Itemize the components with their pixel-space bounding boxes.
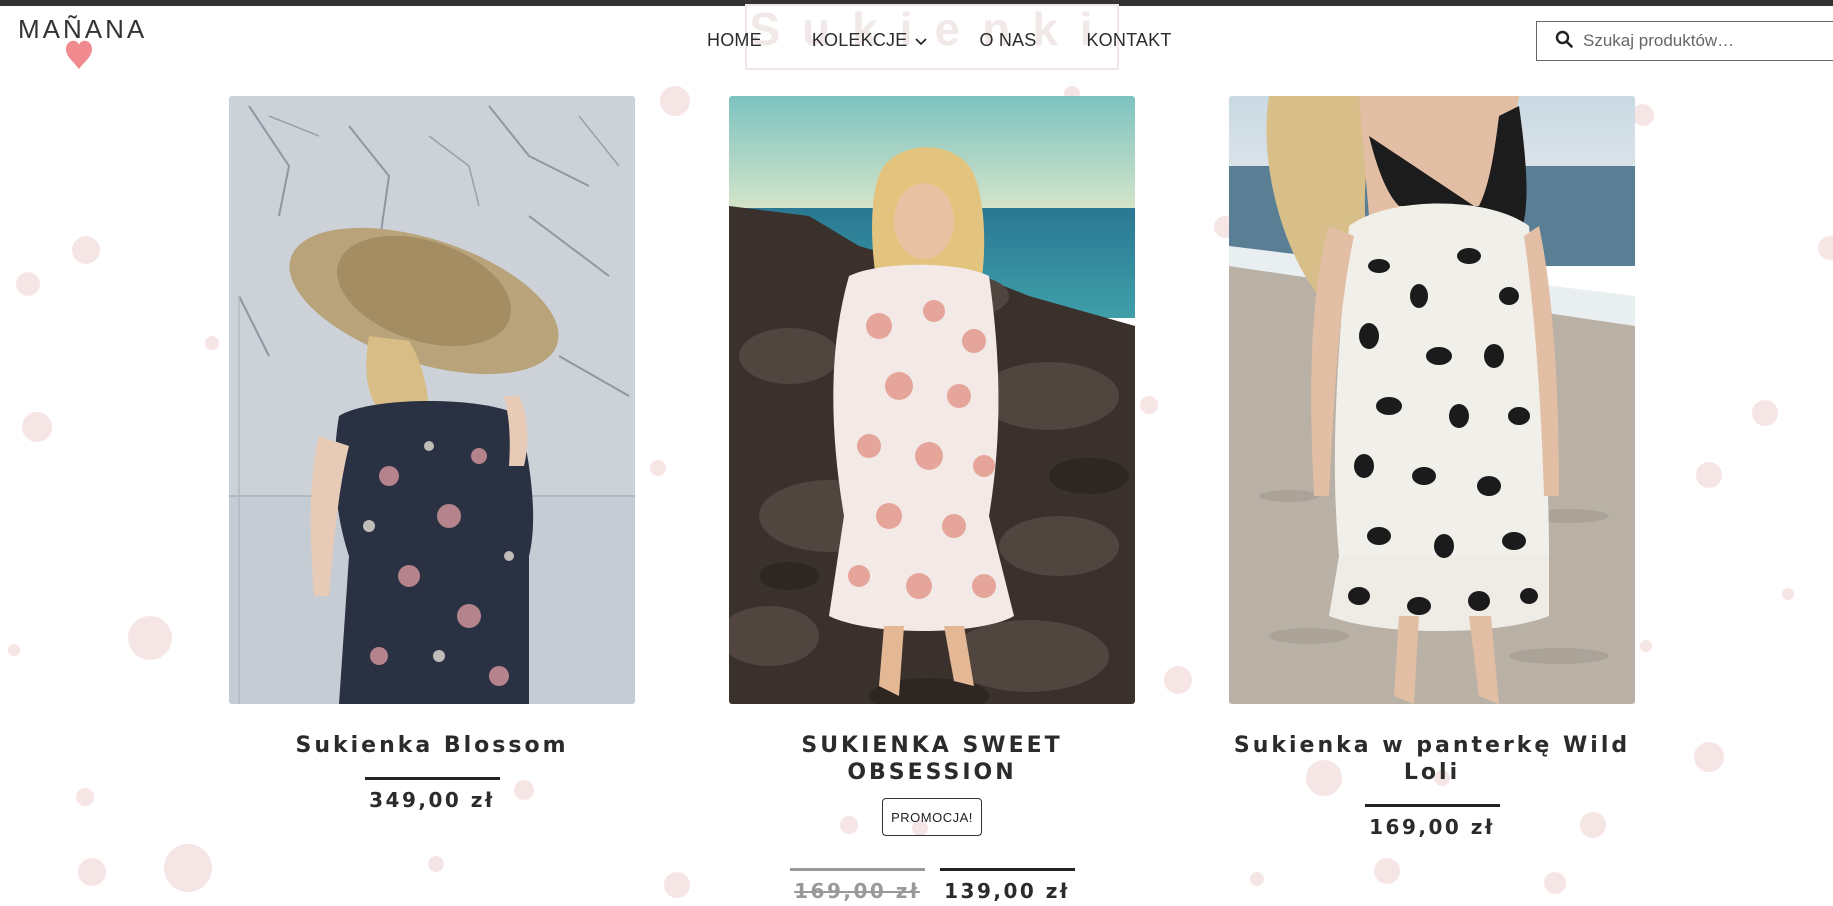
nav-kontakt[interactable]: KONTAKT [1086,30,1171,51]
old-price: 169,00 zł [794,879,920,903]
product-image[interactable] [229,96,635,704]
price-divider [1364,804,1500,807]
product-price: 169,00 zł [1369,815,1495,839]
product-title[interactable]: Sukienka Blossom [229,732,635,759]
main-navigation: HOME KOLEKCJE O NAS KONTAKT [700,30,1172,51]
product-price: 349,00 zł [369,788,495,812]
product-search [1536,21,1833,61]
old-price-block: 169,00 zł [789,868,925,903]
product-title[interactable]: SUKIENKA SWEET OBSESSION [729,732,1135,786]
nav-kolekcje[interactable]: KOLEKCJE [812,30,928,51]
nav-o-nas[interactable]: O NAS [979,30,1036,51]
nav-kolekcje-label: KOLEKCJE [811,30,908,50]
product-image[interactable] [1229,96,1635,704]
product-image[interactable] [729,96,1135,704]
price-divider [364,777,500,780]
product-card[interactable]: SUKIENKA SWEET OBSESSION PROMOCJA! 169,0… [729,96,1135,903]
price-divider [939,868,1075,871]
search-icon[interactable] [1555,30,1573,53]
product-card[interactable]: Sukienka w panterkę Wild Loli 169,00 zł [1229,96,1635,839]
promo-badge: PROMOCJA! [882,798,982,836]
search-input[interactable] [1583,31,1813,51]
product-title[interactable]: Sukienka w panterkę Wild Loli [1229,732,1635,786]
nav-home[interactable]: HOME [707,30,762,51]
price-pair: 169,00 zł 139,00 zł [729,868,1135,903]
product-card[interactable]: Sukienka Blossom 349,00 zł [229,96,635,812]
new-price-block: 139,00 zł [939,868,1075,903]
heart-icon [66,40,92,75]
old-price-divider [789,868,925,871]
product-price: 139,00 zł [944,879,1070,903]
brand-logo[interactable]: MAÑANA [18,14,148,74]
chevron-down-icon [915,30,928,51]
